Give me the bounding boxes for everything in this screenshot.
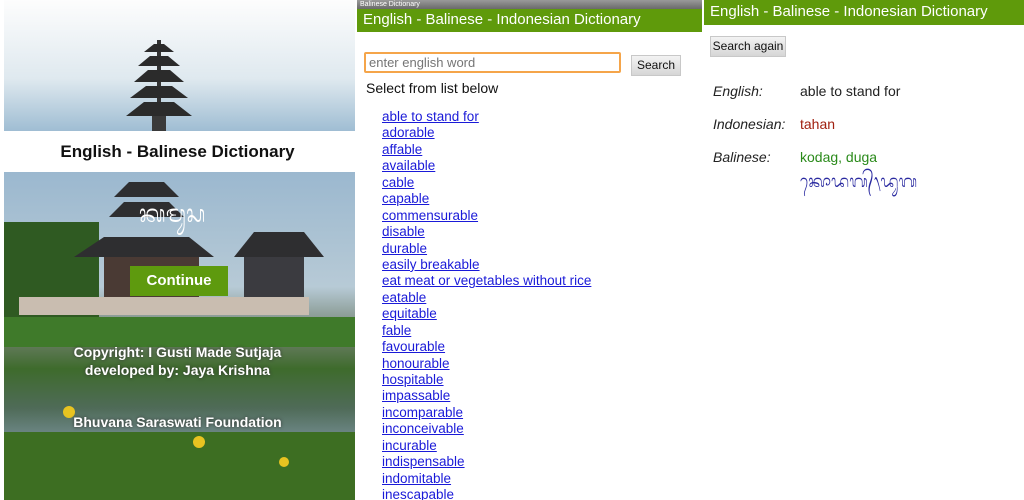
search-input[interactable] bbox=[364, 52, 621, 73]
word-link[interactable]: easily breakable bbox=[382, 257, 480, 272]
logo-script: ᬓᬫᬸᬲ bbox=[139, 200, 206, 228]
balinese-label: Balinese: bbox=[713, 149, 771, 165]
balinese-script: ᬓᭀᬤᬕ᭄᭞ᬤᬸᬕ bbox=[800, 172, 918, 192]
indonesian-label: Indonesian: bbox=[713, 116, 786, 132]
word-link[interactable]: cable bbox=[382, 175, 414, 190]
list-item: indispensable bbox=[382, 454, 591, 470]
english-label: English: bbox=[713, 83, 763, 99]
foundation-text: Bhuvana Saraswati Foundation bbox=[73, 414, 282, 430]
word-link[interactable]: indomitable bbox=[382, 471, 451, 486]
copyright-text: Copyright: I Gusti Made Sutjaja bbox=[73, 344, 282, 360]
word-link[interactable]: affable bbox=[382, 142, 422, 157]
word-link[interactable]: incomparable bbox=[382, 405, 463, 420]
word-link[interactable]: commensurable bbox=[382, 208, 478, 223]
word-link[interactable]: disable bbox=[382, 224, 425, 239]
title-bar: English - Balinese - Indonesian Dictiona… bbox=[357, 9, 702, 32]
word-link[interactable]: inconceivable bbox=[382, 421, 464, 436]
word-link[interactable]: durable bbox=[382, 241, 427, 256]
list-item: honourable bbox=[382, 356, 591, 372]
word-link[interactable]: incurable bbox=[382, 438, 437, 453]
list-item: affable bbox=[382, 142, 591, 158]
word-link[interactable]: capable bbox=[382, 191, 429, 206]
english-value: able to stand for bbox=[800, 83, 901, 99]
app-title: English - Balinese Dictionary bbox=[60, 142, 295, 161]
search-screen: Balinese Dictionary English - Balinese -… bbox=[357, 0, 702, 500]
header-image bbox=[4, 0, 355, 131]
list-heading: Select from list below bbox=[366, 80, 499, 96]
word-link[interactable]: eat meat or vegetables without rice bbox=[382, 273, 591, 288]
list-item: eatable bbox=[382, 290, 591, 306]
word-link[interactable]: impassable bbox=[382, 388, 450, 403]
list-item: incurable bbox=[382, 438, 591, 454]
list-item: cable bbox=[382, 175, 591, 191]
list-item: hospitable bbox=[382, 372, 591, 388]
search-again-button[interactable]: Search again bbox=[710, 36, 786, 57]
word-link[interactable]: available bbox=[382, 158, 435, 173]
developer-text: developed by: Jaya Krishna bbox=[84, 362, 271, 378]
list-item: inescapable bbox=[382, 487, 591, 500]
list-item: fable bbox=[382, 323, 591, 339]
word-link[interactable]: fable bbox=[382, 323, 411, 338]
list-item: impassable bbox=[382, 388, 591, 404]
splash-screen: English - Balinese Dictionary ᬓᬫᬸᬲ Conti… bbox=[0, 0, 355, 500]
list-item: inconceivable bbox=[382, 421, 591, 437]
balinese-value: kodag, duga bbox=[800, 149, 878, 165]
word-list: able to stand for adorable affable availab… bbox=[382, 109, 591, 500]
status-bar: Balinese Dictionary bbox=[357, 0, 702, 9]
list-item: easily breakable bbox=[382, 257, 591, 273]
word-link[interactable]: equitable bbox=[382, 306, 437, 321]
result-screen: English - Balinese - Indonesian Dictiona… bbox=[704, 0, 1024, 500]
word-link[interactable]: honourable bbox=[382, 356, 450, 371]
word-link[interactable]: able to stand for bbox=[382, 109, 479, 124]
title-bar: English - Balinese - Indonesian Dictiona… bbox=[704, 0, 1024, 25]
search-button[interactable]: Search bbox=[631, 55, 681, 76]
list-item: adorable bbox=[382, 125, 591, 141]
word-link[interactable]: adorable bbox=[382, 125, 435, 140]
list-item: capable bbox=[382, 191, 591, 207]
list-item: incomparable bbox=[382, 405, 591, 421]
list-item: disable bbox=[382, 224, 591, 240]
word-link[interactable]: indispensable bbox=[382, 454, 465, 469]
list-item: commensurable bbox=[382, 208, 591, 224]
list-item: durable bbox=[382, 241, 591, 257]
list-item: able to stand for bbox=[382, 109, 591, 125]
word-link[interactable]: hospitable bbox=[382, 372, 444, 387]
list-item: eat meat or vegetables without rice bbox=[382, 273, 591, 289]
list-item: available bbox=[382, 158, 591, 174]
indonesian-value: tahan bbox=[800, 116, 836, 132]
word-link[interactable]: eatable bbox=[382, 290, 426, 305]
word-link[interactable]: inescapable bbox=[382, 487, 454, 500]
pagoda-illustration bbox=[126, 40, 192, 131]
list-item: favourable bbox=[382, 339, 591, 355]
word-link[interactable]: favourable bbox=[382, 339, 445, 354]
list-item: equitable bbox=[382, 306, 591, 322]
temple-photo: ᬓᬫᬸᬲ bbox=[4, 172, 355, 500]
list-item: indomitable bbox=[382, 471, 591, 487]
continue-button[interactable]: Continue bbox=[130, 266, 228, 296]
